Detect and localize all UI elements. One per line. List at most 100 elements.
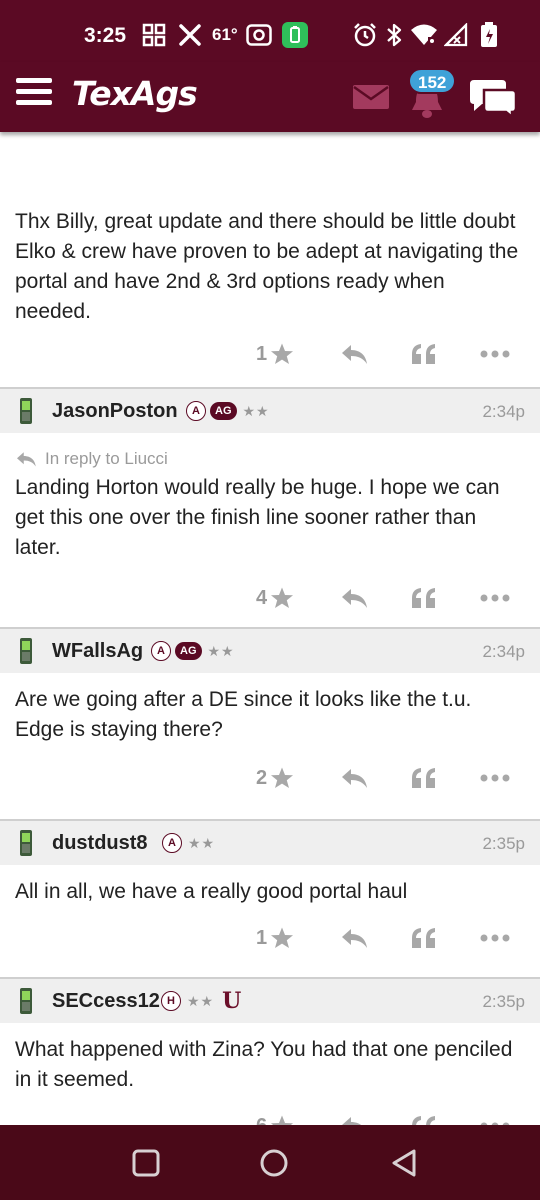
user-badges: H ★★ U bbox=[161, 988, 242, 1014]
atm-logo-badge: U bbox=[222, 988, 242, 1014]
bluetooth-icon bbox=[386, 22, 402, 48]
back-triangle-icon bbox=[392, 1149, 416, 1177]
reply-icon bbox=[342, 589, 367, 608]
more-options-button[interactable] bbox=[480, 583, 510, 613]
username[interactable]: dustdust8 bbox=[52, 832, 148, 855]
star-count: 4 bbox=[256, 586, 268, 609]
hamburger-menu-icon[interactable] bbox=[16, 78, 52, 108]
reply-icon bbox=[342, 769, 367, 788]
mobile-phone-icon bbox=[20, 830, 32, 856]
a-badge: A bbox=[186, 401, 206, 421]
rank-stars: ★★ bbox=[207, 642, 235, 659]
recents-button[interactable] bbox=[130, 1147, 162, 1179]
star-count: 2 bbox=[256, 766, 268, 789]
reply-button[interactable] bbox=[340, 339, 368, 369]
star-icon bbox=[271, 1115, 294, 1125]
mail-icon[interactable] bbox=[352, 84, 390, 110]
username[interactable]: WFallsAg bbox=[52, 640, 143, 663]
wifi-icon bbox=[410, 22, 438, 48]
chat-icon[interactable] bbox=[468, 76, 518, 120]
in-reply-to-text: In reply to Liucci bbox=[45, 449, 168, 468]
mobile-phone-icon bbox=[20, 638, 32, 664]
h-badge: H bbox=[161, 991, 181, 1011]
username[interactable]: JasonPoston bbox=[52, 400, 178, 423]
user-badges: A ★★ bbox=[162, 833, 215, 853]
rank-stars: ★★ bbox=[187, 992, 215, 1009]
more-dots-icon bbox=[480, 774, 510, 782]
star-icon bbox=[271, 927, 294, 948]
quote-button[interactable] bbox=[410, 583, 438, 613]
post-header: WFallsAg A AG ★★ 2:34p bbox=[0, 629, 540, 673]
username[interactable]: SECcess12 bbox=[52, 990, 160, 1013]
post: Thx Billy, great update and there should… bbox=[0, 132, 540, 387]
reply-icon bbox=[342, 929, 367, 948]
user-badges: A AG ★★ bbox=[151, 641, 235, 661]
home-button[interactable] bbox=[258, 1147, 290, 1179]
star-button[interactable]: 1 bbox=[256, 339, 294, 369]
star-button[interactable]: 6 bbox=[256, 1111, 294, 1125]
status-time: 3:25 bbox=[84, 24, 127, 47]
post-body: All in all, we have a really good portal… bbox=[15, 880, 408, 903]
more-options-button[interactable] bbox=[480, 339, 510, 369]
star-count: 1 bbox=[256, 926, 268, 949]
alarm-icon bbox=[352, 22, 378, 48]
more-dots-icon bbox=[480, 594, 510, 602]
user-badges: A AG ★★ bbox=[186, 401, 270, 421]
reply-icon bbox=[342, 345, 367, 364]
post-actions: 1 bbox=[0, 327, 540, 387]
timestamp: 2:34p bbox=[482, 402, 525, 421]
square-icon bbox=[132, 1149, 160, 1177]
star-button[interactable]: 2 bbox=[256, 763, 294, 793]
more-options-button[interactable] bbox=[480, 1111, 510, 1125]
post-actions: 2 bbox=[0, 745, 540, 819]
quote-icon bbox=[412, 928, 435, 948]
temperature: 61° bbox=[212, 25, 238, 44]
post-actions: 6 bbox=[0, 1095, 540, 1125]
in-reply-to-link[interactable]: In reply to Liucci bbox=[0, 433, 540, 471]
battery-app-icon bbox=[282, 22, 308, 48]
reply-button[interactable] bbox=[340, 1111, 368, 1125]
post: WFallsAg A AG ★★ 2:34p Are we going afte… bbox=[0, 629, 540, 819]
x-logo-icon bbox=[178, 22, 202, 48]
a-badge: A bbox=[151, 641, 171, 661]
quote-icon bbox=[412, 768, 435, 788]
texags-logo[interactable]: TexAgs bbox=[72, 74, 198, 113]
post: JasonPoston A AG ★★ 2:34p In reply to Li… bbox=[0, 389, 540, 627]
post-actions: 4 bbox=[0, 563, 540, 627]
post: dustdust8 A ★★ 2:35p All in all, we have… bbox=[0, 821, 540, 977]
star-icon bbox=[271, 343, 294, 364]
ag-badge: AG bbox=[210, 402, 237, 420]
battery-icon bbox=[480, 22, 498, 48]
back-button[interactable] bbox=[388, 1147, 420, 1179]
thread-feed[interactable]: Thx Billy, great update and there should… bbox=[0, 132, 540, 1125]
star-button[interactable]: 4 bbox=[256, 583, 294, 613]
mobile-phone-icon bbox=[20, 398, 32, 424]
more-options-button[interactable] bbox=[480, 763, 510, 793]
notification-count-badge[interactable]: 152 bbox=[408, 68, 457, 94]
post-header: SECcess12 H ★★ U 2:35p bbox=[0, 979, 540, 1023]
quote-button[interactable] bbox=[410, 923, 438, 953]
ag-badge: AG bbox=[175, 642, 202, 660]
reply-button[interactable] bbox=[340, 583, 368, 613]
post-actions: 1 bbox=[0, 907, 540, 977]
star-count: 1 bbox=[256, 342, 268, 365]
quote-button[interactable] bbox=[410, 763, 438, 793]
reply-button[interactable] bbox=[340, 763, 368, 793]
post-header: JasonPoston A AG ★★ 2:34p bbox=[0, 389, 540, 433]
timestamp: 2:34p bbox=[482, 642, 525, 661]
circle-icon bbox=[260, 1149, 288, 1177]
quote-button[interactable] bbox=[410, 1111, 438, 1125]
post-body: What happened with Zina? You had that on… bbox=[15, 1038, 513, 1091]
star-button[interactable]: 1 bbox=[256, 923, 294, 953]
star-icon bbox=[271, 587, 294, 608]
post-body: Are we going after a DE since it looks l… bbox=[15, 688, 472, 741]
signal-icon bbox=[444, 22, 468, 48]
rank-stars: ★★ bbox=[242, 402, 270, 419]
quote-icon bbox=[412, 1116, 435, 1125]
reply-arrow-icon bbox=[17, 452, 36, 467]
more-options-button[interactable] bbox=[480, 923, 510, 953]
reply-button[interactable] bbox=[340, 923, 368, 953]
quote-button[interactable] bbox=[410, 339, 438, 369]
more-dots-icon bbox=[480, 350, 510, 358]
post-header: dustdust8 A ★★ 2:35p bbox=[0, 821, 540, 865]
